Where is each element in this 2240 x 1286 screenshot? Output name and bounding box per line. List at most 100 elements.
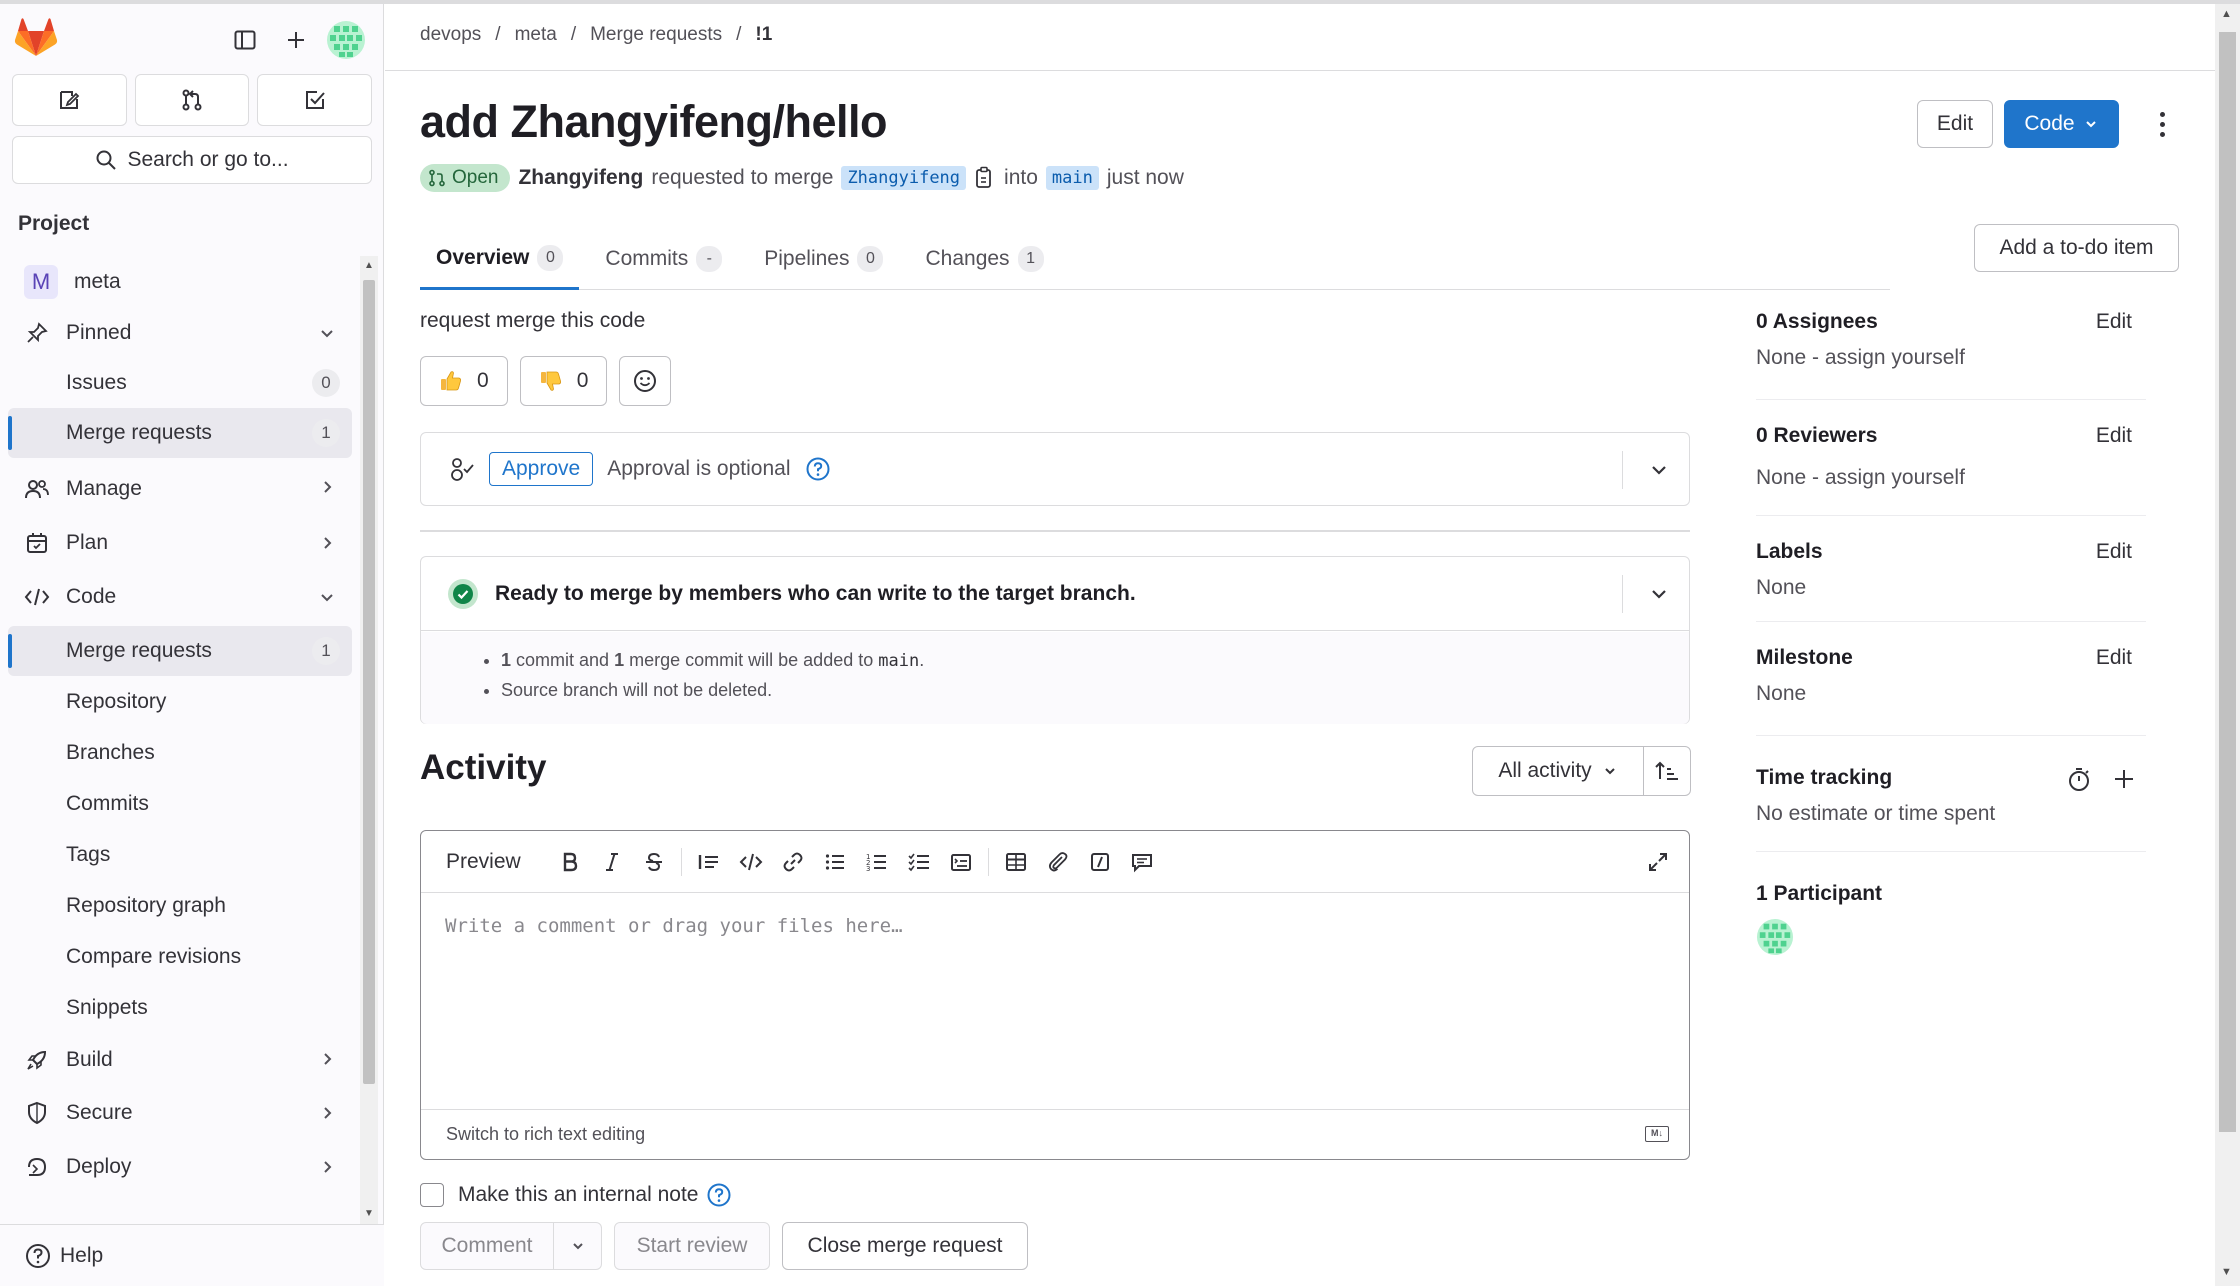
sidebar-item-compare-revisions[interactable]: Compare revisions [8, 932, 352, 982]
scrollbar-thumb[interactable] [2219, 32, 2236, 1132]
scrollbar-thumb[interactable] [363, 280, 375, 1084]
editor-footer: Switch to rich text editing M↓ [421, 1109, 1689, 1159]
task-list-icon[interactable] [898, 841, 940, 883]
code-block-icon[interactable] [730, 841, 772, 883]
start-review-button[interactable]: Start review [614, 1222, 770, 1270]
scroll-up-arrow-icon[interactable]: ▲ [2221, 8, 2232, 20]
tab-pipelines[interactable]: Pipelines 0 [748, 228, 899, 290]
plus-icon[interactable] [2112, 767, 2136, 791]
assigned-issues-tab[interactable] [12, 74, 127, 126]
source-branch[interactable]: Zhangyifeng [841, 166, 967, 190]
sidebar-item-commits[interactable]: Commits [8, 778, 352, 830]
tab-changes[interactable]: Changes 1 [909, 228, 1059, 290]
approve-button[interactable]: Approve [489, 452, 594, 486]
bold-icon[interactable] [549, 841, 591, 883]
help-button[interactable]: Help [0, 1224, 384, 1286]
activity-filter-dropdown[interactable]: All activity [1472, 746, 1644, 796]
breadcrumb-item[interactable]: meta [515, 24, 557, 46]
quote-icon[interactable] [688, 841, 730, 883]
switch-rich-text-link[interactable]: Switch to rich text editing [446, 1124, 645, 1145]
bullet-list-icon[interactable] [814, 841, 856, 883]
sidebar-item-issues[interactable]: Issues 0 [8, 358, 352, 408]
thumbs-up-button[interactable]: 0 [420, 356, 508, 406]
assignees-edit-button[interactable]: Edit [2096, 310, 2132, 334]
comment-template-icon[interactable] [1121, 841, 1163, 883]
add-todo-label: Add a to-do item [1999, 236, 2154, 259]
sort-order-button[interactable] [1643, 746, 1691, 796]
fullscreen-icon[interactable] [1637, 841, 1679, 883]
comment-options-button[interactable] [554, 1222, 602, 1270]
toggle-sidebar-button[interactable] [225, 20, 265, 60]
code-dropdown-button[interactable]: Code [2004, 100, 2119, 148]
scroll-up-arrow-icon[interactable]: ▲ [363, 260, 375, 272]
thumbs-down-button[interactable]: 0 [519, 356, 608, 406]
sidebar-item-snippets[interactable]: Snippets [8, 982, 352, 1034]
page-scrollbar[interactable]: ▲ ▼ [2215, 4, 2240, 1286]
table-icon[interactable] [995, 841, 1037, 883]
sidebar-item-plan[interactable]: Plan [8, 516, 352, 570]
breadcrumb-item[interactable]: Merge requests [590, 24, 722, 46]
comment-actions: Comment Start review Close merge request [420, 1222, 1028, 1270]
sidebar-item-repository[interactable]: Repository [8, 676, 352, 728]
sidebar-item-label: Commits [66, 792, 149, 815]
sidebar-item-pinned[interactable]: Pinned [8, 308, 352, 358]
tab-overview[interactable]: Overview 0 [420, 228, 580, 290]
reviewers-value[interactable]: None - assign yourself [1756, 466, 2146, 490]
tab-count: 1 [1017, 246, 1044, 272]
gitlab-logo-icon[interactable] [14, 18, 58, 58]
help-question-icon[interactable] [805, 456, 831, 482]
reviewers-edit-button[interactable]: Edit [2096, 424, 2132, 448]
stopwatch-icon[interactable] [2066, 766, 2092, 792]
strikethrough-icon[interactable] [633, 841, 675, 883]
sidebar-item-code[interactable]: Code [8, 570, 352, 624]
collapsible-section-icon[interactable] [940, 841, 982, 883]
scroll-down-arrow-icon[interactable]: ▼ [2221, 1266, 2232, 1278]
sidebar-item-repository-graph[interactable]: Repository graph [8, 880, 352, 932]
sidebar-item-manage[interactable]: Manage [8, 462, 352, 516]
milestone-edit-button[interactable]: Edit [2096, 646, 2132, 670]
sidebar-item-secure[interactable]: Secure [8, 1086, 352, 1140]
user-avatar[interactable] [326, 20, 366, 60]
italic-icon[interactable] [591, 841, 633, 883]
help-icon [26, 1243, 50, 1268]
sidebar-item-build[interactable]: Build [8, 1034, 352, 1086]
edit-mr-button[interactable]: Edit [1917, 100, 1993, 148]
create-new-button[interactable] [276, 20, 316, 60]
add-reaction-button[interactable] [619, 356, 672, 406]
add-todo-button[interactable]: Add a to-do item [1974, 224, 2179, 272]
sidebar-scrollbar[interactable]: ▲ ▼ [360, 256, 378, 1224]
sidebar-item-project[interactable]: M meta [8, 256, 352, 308]
attachment-icon[interactable] [1037, 841, 1079, 883]
search-button[interactable]: Search or go to... [12, 136, 372, 184]
sidebar-item-tags[interactable]: Tags [8, 830, 352, 880]
calendar-icon [22, 528, 52, 558]
sidebar-item-merge-requests-pinned[interactable]: Merge requests 1 [8, 408, 352, 458]
todo-list-tab[interactable] [257, 74, 373, 126]
breadcrumb-item[interactable]: devops [420, 24, 481, 46]
preview-tab[interactable]: Preview [446, 850, 521, 874]
internal-note-checkbox[interactable] [420, 1183, 444, 1207]
sidebar-item-branches[interactable]: Branches [8, 728, 352, 778]
assignees-value[interactable]: None - assign yourself [1756, 346, 2146, 370]
sidebar-item-deploy[interactable]: Deploy [8, 1140, 352, 1194]
breadcrumb-current[interactable]: !1 [755, 24, 772, 46]
link-icon[interactable] [772, 841, 814, 883]
author-link[interactable]: Zhangyifeng [518, 166, 643, 190]
chevron-down-icon[interactable] [1647, 582, 1671, 606]
help-question-icon[interactable] [706, 1182, 732, 1208]
quick-actions-icon[interactable] [1079, 841, 1121, 883]
labels-edit-button[interactable]: Edit [2096, 540, 2132, 564]
target-branch[interactable]: main [1045, 166, 1099, 190]
comment-textarea[interactable]: Write a comment or drag your files here… [445, 915, 903, 937]
close-mr-button[interactable]: Close merge request [782, 1222, 1028, 1270]
participant-avatar[interactable] [1756, 918, 1794, 956]
chevron-down-icon[interactable] [1647, 458, 1671, 482]
scroll-down-arrow-icon[interactable]: ▼ [363, 1208, 375, 1220]
numbered-list-icon[interactable]: 123 [856, 841, 898, 883]
copy-icon[interactable] [974, 166, 996, 190]
comment-button[interactable]: Comment [420, 1222, 554, 1270]
sidebar-item-merge-requests[interactable]: Merge requests 1 [8, 626, 352, 676]
more-actions-kebab-icon[interactable] [2147, 104, 2177, 144]
tab-commits[interactable]: Commits - [589, 228, 738, 290]
merge-requests-tab[interactable] [134, 74, 250, 126]
